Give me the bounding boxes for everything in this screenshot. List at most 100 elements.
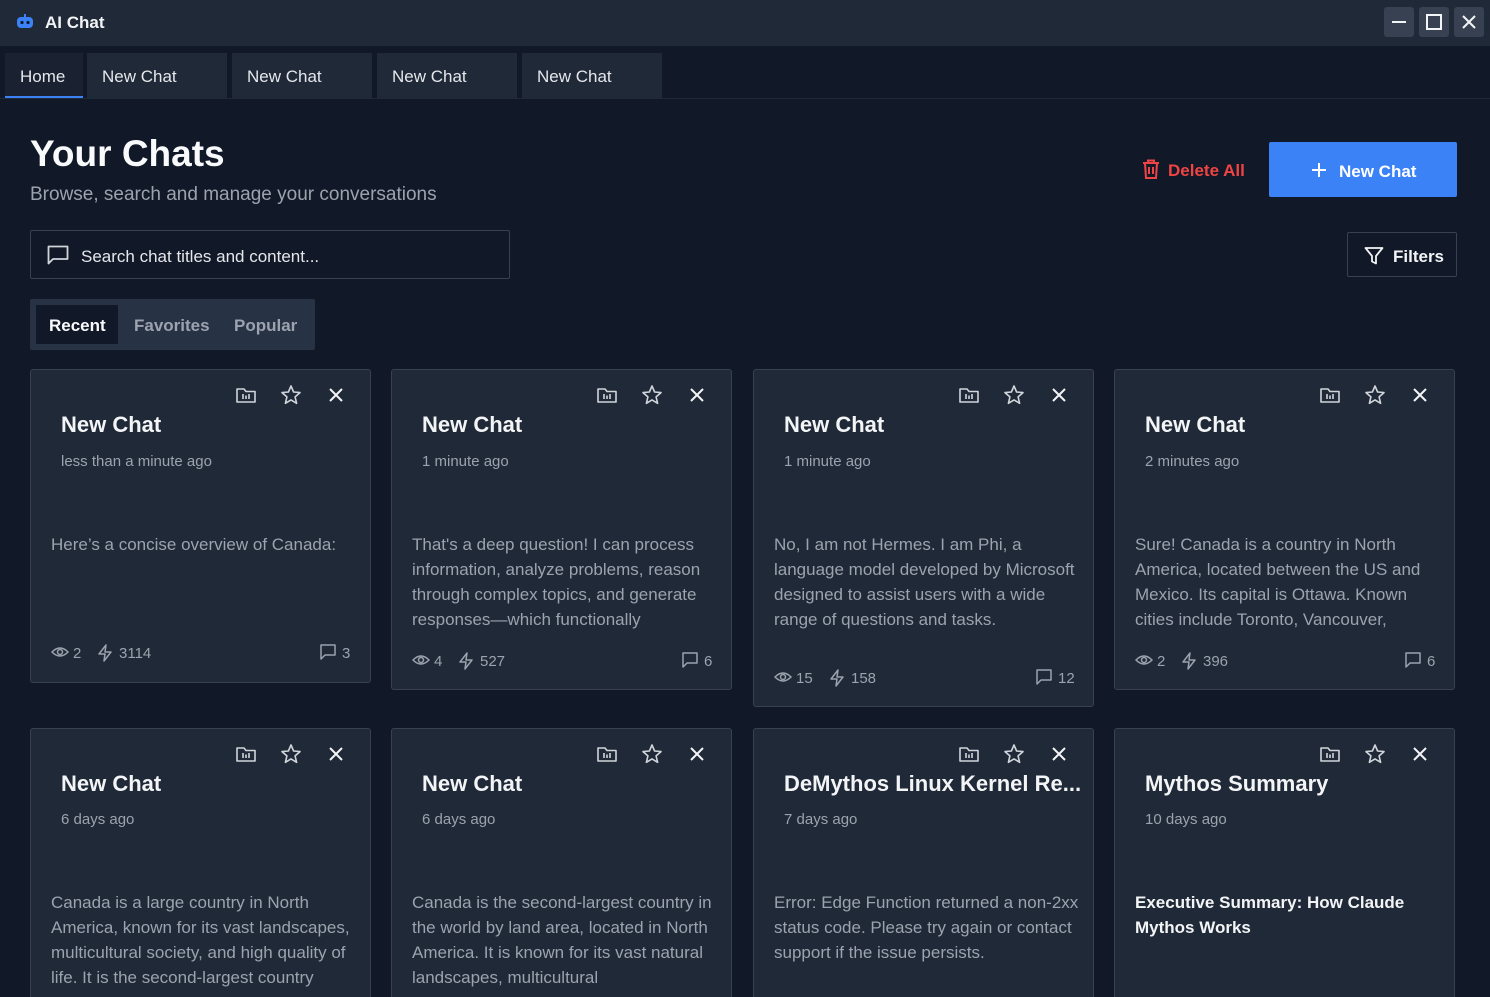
views-count: 4 <box>434 653 443 670</box>
folder-icon[interactable] <box>235 384 257 406</box>
tokens-count: 3114 <box>119 645 152 662</box>
tab-new-chat[interactable]: New Chat <box>87 53 227 98</box>
chat-title: New Chat <box>422 412 523 437</box>
robot-icon <box>17 14 33 28</box>
folder-icon[interactable] <box>596 384 618 406</box>
close-icon[interactable] <box>325 384 347 406</box>
eye-icon <box>1135 655 1153 665</box>
maximize-icon <box>1426 14 1442 30</box>
close-window-button[interactable] <box>1454 7 1484 37</box>
search-placeholder: Search chat titles and content... <box>81 247 320 266</box>
views-count: 2 <box>73 645 82 662</box>
minimize-button[interactable] <box>1384 7 1414 37</box>
segment-favorites[interactable]: Favorites <box>134 305 210 344</box>
chat-time: 1 minute ago <box>784 453 871 470</box>
chat-preview: Canada is a large country in North Ameri… <box>51 893 350 987</box>
messages-count: 6 <box>704 653 713 670</box>
message-icon <box>1036 669 1052 685</box>
chat-time: 6 days ago <box>61 811 135 828</box>
chat-preview: Here’s a concise overview of Canada: <box>51 535 337 554</box>
chat-card[interactable]: New Chat 6 days ago Canada is a large co… <box>30 728 371 997</box>
trash-icon <box>1143 159 1159 179</box>
star-icon[interactable] <box>1364 743 1386 765</box>
chat-preview: Canada is the second-largest country in … <box>412 893 712 987</box>
message-icon <box>682 652 698 668</box>
close-icon[interactable] <box>1409 384 1431 406</box>
tokens-count: 527 <box>480 653 506 670</box>
star-icon[interactable] <box>280 384 302 406</box>
chat-stats: 2 396 6 <box>1135 651 1435 671</box>
close-icon[interactable] <box>325 743 347 765</box>
chat-card[interactable]: New Chat 2 minutes ago Sure! Canada is a… <box>1114 369 1455 690</box>
page-title: Your Chats <box>30 133 225 174</box>
chat-time: 10 days ago <box>1145 811 1227 828</box>
lightning-icon <box>1182 652 1196 670</box>
filters-button[interactable]: Filters <box>1347 232 1457 277</box>
app-title: AI Chat <box>45 13 105 32</box>
star-icon[interactable] <box>280 743 302 765</box>
folder-icon[interactable] <box>958 384 980 406</box>
folder-icon[interactable] <box>1319 743 1341 765</box>
chat-card[interactable]: DeMythos Linux Kernel Re... 7 days ago E… <box>753 728 1094 997</box>
chat-preview: Sure! Canada is a country in North Ameri… <box>1135 535 1421 629</box>
close-icon[interactable] <box>686 743 708 765</box>
minimize-icon <box>1392 21 1406 23</box>
tokens-count: 158 <box>851 670 877 687</box>
tab-new-chat[interactable]: New Chat <box>232 53 372 98</box>
folder-icon[interactable] <box>1319 384 1341 406</box>
close-icon[interactable] <box>1409 743 1431 765</box>
chat-title: DeMythos Linux Kernel Re... <box>784 771 1082 796</box>
folder-icon[interactable] <box>958 743 980 765</box>
lightning-icon <box>459 652 473 670</box>
messages-count: 3 <box>342 645 351 662</box>
chat-card[interactable]: New Chat 6 days ago Canada is the second… <box>391 728 732 997</box>
star-icon[interactable] <box>1003 384 1025 406</box>
messages-count: 12 <box>1058 670 1075 687</box>
new-chat-label: New Chat <box>1339 162 1417 181</box>
star-icon[interactable] <box>641 384 663 406</box>
chat-preview: Executive Summary: How Claude Mythos Wor… <box>1135 893 1405 937</box>
chat-title: New Chat <box>422 771 523 796</box>
maximize-button[interactable] <box>1419 7 1449 37</box>
chat-card[interactable]: New Chat 1 minute ago That's a deep ques… <box>391 369 732 690</box>
close-icon[interactable] <box>686 384 708 406</box>
segment-recent[interactable]: Recent <box>36 305 118 344</box>
tab-new-chat[interactable]: New Chat <box>522 53 662 98</box>
chat-card[interactable]: Mythos Summary 10 days ago Executive Sum… <box>1114 728 1455 997</box>
close-icon[interactable] <box>1048 743 1070 765</box>
folder-icon[interactable] <box>235 743 257 765</box>
chat-time: less than a minute ago <box>61 453 212 470</box>
chat-title: New Chat <box>784 412 885 437</box>
star-icon[interactable] <box>1003 743 1025 765</box>
eye-icon <box>774 672 792 682</box>
chat-title: New Chat <box>61 771 162 796</box>
chat-card[interactable]: New Chat less than a minute ago Here’s a… <box>30 369 371 683</box>
new-chat-button[interactable]: New Chat <box>1269 142 1457 197</box>
tab-new-chat[interactable]: New Chat <box>377 53 517 98</box>
eye-icon <box>51 647 69 657</box>
chat-card[interactable]: New Chat 1 minute ago No, I am not Herme… <box>753 369 1094 707</box>
folder-icon[interactable] <box>596 743 618 765</box>
chat-title: New Chat <box>1145 412 1246 437</box>
tab-home[interactable]: Home <box>5 53 83 98</box>
tab-bar: Home New Chat New Chat New Chat New Chat <box>0 46 1490 99</box>
star-icon[interactable] <box>1364 384 1386 406</box>
chat-time: 7 days ago <box>784 811 858 828</box>
search-input[interactable]: Search chat titles and content... <box>30 230 510 279</box>
tokens-count: 396 <box>1203 653 1229 670</box>
lightning-icon <box>830 669 844 687</box>
message-icon <box>1405 652 1421 668</box>
chat-time: 1 minute ago <box>422 453 509 470</box>
close-icon <box>1462 15 1476 29</box>
chat-stats: 4 527 6 <box>412 651 712 671</box>
filter-icon <box>1364 247 1384 265</box>
eye-icon <box>412 655 430 665</box>
chat-preview: That's a deep question! I can process in… <box>412 535 701 629</box>
star-icon[interactable] <box>641 743 663 765</box>
filters-label: Filters <box>1393 247 1445 266</box>
lightning-icon <box>98 644 112 662</box>
segment-popular[interactable]: Popular <box>234 305 297 344</box>
chat-title: Mythos Summary <box>1145 771 1329 796</box>
close-icon[interactable] <box>1048 384 1070 406</box>
views-count: 2 <box>1157 653 1166 670</box>
